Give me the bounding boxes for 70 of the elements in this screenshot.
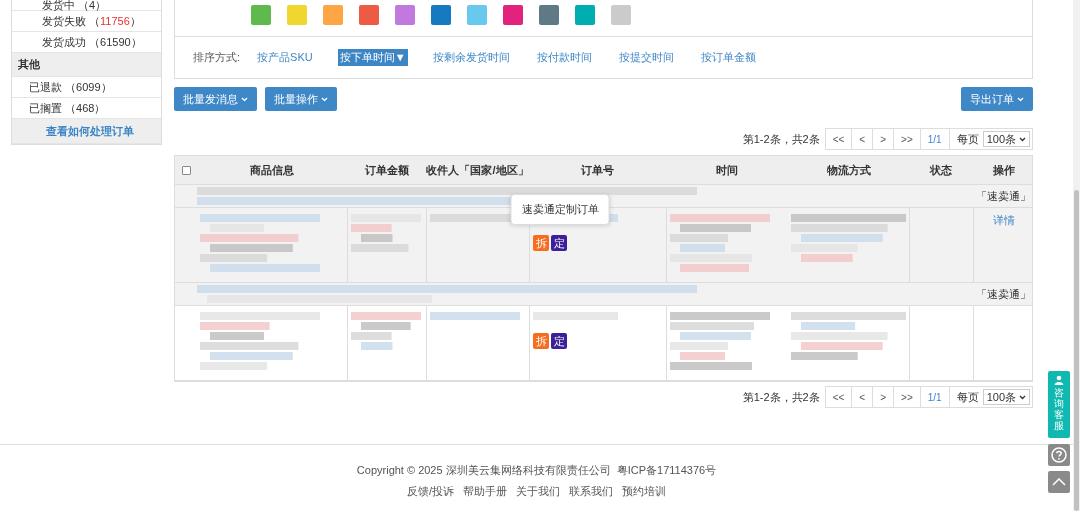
column-header: 时间 xyxy=(715,162,739,178)
page-summary: 第1-2条，共2条 xyxy=(742,131,820,147)
sort-option[interactable]: 按下单时间▼ xyxy=(337,49,408,66)
platform-label: 「速卖通」 xyxy=(975,286,1032,302)
back-to-top-button[interactable] xyxy=(1048,471,1070,493)
sort-option[interactable]: 按提交时间 xyxy=(616,49,676,66)
color-swatch[interactable] xyxy=(359,5,379,25)
column-header: 订单金额 xyxy=(363,162,410,178)
color-swatch[interactable] xyxy=(539,5,559,25)
column-header: 商品信息 xyxy=(249,162,295,178)
column-header: 收件人「国家/地区」 xyxy=(426,162,529,178)
sidebar-item[interactable]: 发货中 （4） xyxy=(42,0,107,11)
footer-link[interactable]: 帮助手册 xyxy=(463,484,508,499)
color-swatch[interactable] xyxy=(251,5,271,25)
person-icon xyxy=(1054,375,1064,385)
caret-icon xyxy=(1019,136,1026,142)
order-tag: 拆 xyxy=(533,333,549,349)
column-header: 状态 xyxy=(928,162,953,178)
column-header: 操作 xyxy=(991,162,1016,178)
footer-link[interactable]: 预约培训 xyxy=(622,484,667,499)
per-page-select[interactable]: 100条 xyxy=(982,389,1030,405)
sidebar-item[interactable]: 已退款 （6099） xyxy=(29,79,112,95)
color-swatch[interactable] xyxy=(611,5,631,25)
platform-label: 「速卖通」 xyxy=(975,188,1032,204)
tooltip: 速卖通定制订单 xyxy=(510,194,610,225)
export-button[interactable]: 导出订单 xyxy=(961,87,1033,111)
column-header: 订单号 xyxy=(580,162,615,178)
color-swatch[interactable] xyxy=(323,5,343,25)
page-summary: 第1-2条，共2条 xyxy=(742,389,820,405)
column-header: 物流方式 xyxy=(825,162,872,178)
icp-link[interactable]: 粤ICP备17114376号 xyxy=(616,463,717,478)
blurred-content-drawing xyxy=(351,311,421,351)
sort-option[interactable]: 按剩余发货时间 xyxy=(430,49,512,66)
dropdown-button[interactable]: 批量发消息 xyxy=(174,87,257,111)
select-all-checkbox[interactable] xyxy=(181,165,191,175)
footer-link[interactable]: 联系我们 xyxy=(569,484,614,499)
caret-icon xyxy=(1017,96,1024,102)
color-swatch[interactable] xyxy=(395,5,415,25)
color-swatch[interactable] xyxy=(287,5,307,25)
color-swatch[interactable] xyxy=(467,5,487,25)
sort-option[interactable]: 按订单金额 xyxy=(698,49,758,66)
chevron-up-icon xyxy=(1052,478,1066,486)
sort-option[interactable]: 按产品SKU xyxy=(255,49,315,66)
caret-icon xyxy=(321,96,328,102)
footer-link[interactable]: 关于我们 xyxy=(516,484,561,499)
color-swatch[interactable] xyxy=(575,5,595,25)
details-link[interactable]: 详情 xyxy=(977,213,1031,228)
sidebar-item[interactable]: 发货失败 （11756） xyxy=(42,13,141,29)
per-page-label: 每页 xyxy=(955,389,980,405)
sort-option[interactable]: 按付款时间 xyxy=(534,49,594,66)
color-swatch[interactable] xyxy=(431,5,451,25)
dropdown-button[interactable]: 批量操作 xyxy=(265,87,337,111)
help-icon xyxy=(1051,447,1067,463)
sort-label: 排序方式: xyxy=(193,50,241,65)
per-page-select[interactable]: 100条 xyxy=(982,131,1030,147)
caret-icon xyxy=(241,96,248,102)
copyright-text: Copyright © 2025 深圳美云集网络科技有限责任公司 xyxy=(356,463,611,478)
blurred-content-drawing xyxy=(351,213,421,253)
sidebar-heading: 其他 xyxy=(18,57,40,72)
color-swatch[interactable] xyxy=(503,5,523,25)
help-button[interactable] xyxy=(1048,444,1070,466)
order-tag: 定 xyxy=(551,235,567,251)
caret-icon xyxy=(1019,394,1026,400)
sidebar-item[interactable]: 发货成功 （61590） xyxy=(42,34,142,50)
footer-link[interactable]: 反馈/投诉 xyxy=(406,484,455,499)
scrollbar[interactable] xyxy=(1073,0,1080,511)
order-tag: 定 xyxy=(551,333,567,349)
order-tag: 拆 xyxy=(533,235,549,251)
sidebar-item[interactable]: 已搁置 （468） xyxy=(29,100,106,116)
per-page-label: 每页 xyxy=(955,131,980,147)
